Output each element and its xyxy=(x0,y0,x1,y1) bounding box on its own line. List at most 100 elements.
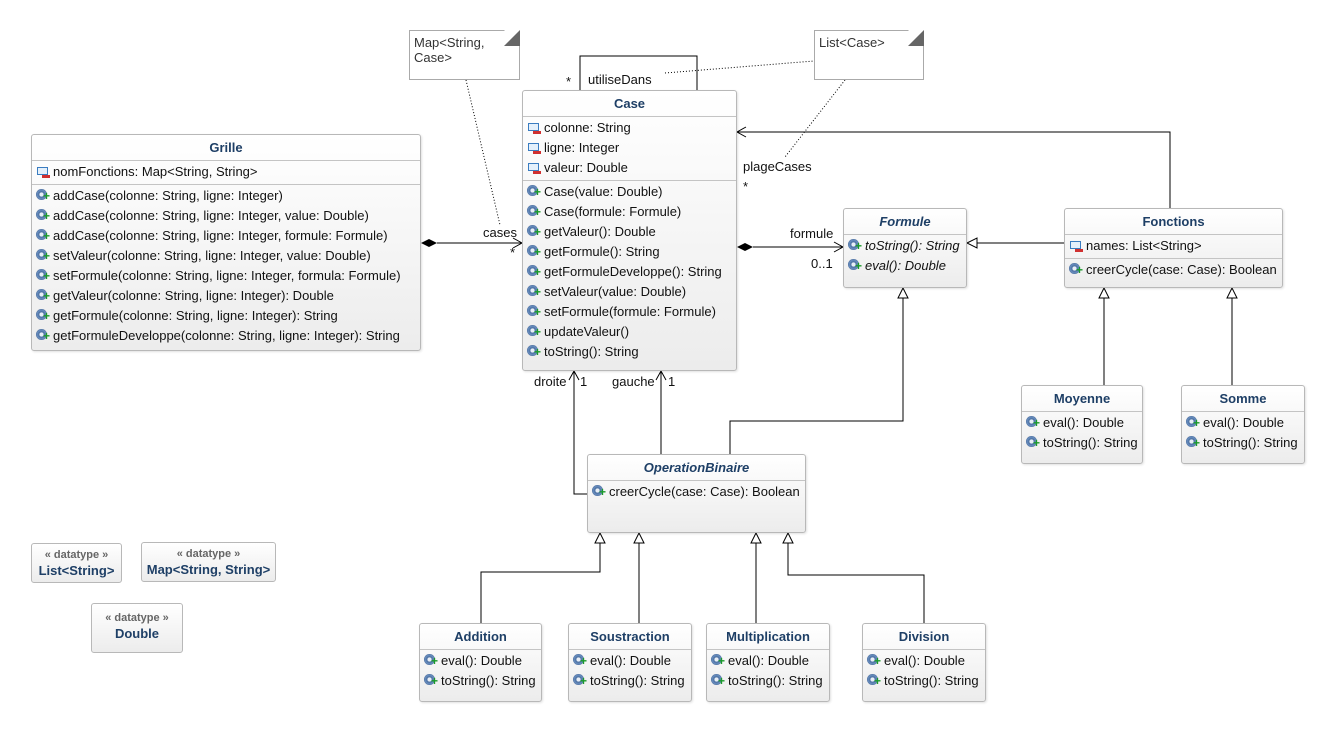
operation[interactable]: toString(): String xyxy=(863,671,985,691)
operation[interactable]: eval(): Double xyxy=(569,651,691,671)
operation-label: eval(): Double xyxy=(865,258,946,273)
operation[interactable]: getValeur(colonne: String, ligne: Intege… xyxy=(32,286,420,306)
attribute[interactable]: colonne: String xyxy=(523,118,736,138)
operations-compartment: eval(): Double toString(): String xyxy=(707,650,829,693)
class-formule[interactable]: Formule toString(): String eval(): Double xyxy=(843,208,967,288)
attribute[interactable]: nomFonctions: Map<String, String> xyxy=(32,162,420,182)
operation[interactable]: getFormuleDeveloppe(): String xyxy=(523,262,736,282)
operation-icon xyxy=(848,259,863,273)
operation[interactable]: toString(): String xyxy=(569,671,691,691)
generalization-triangle xyxy=(1098,286,1110,299)
operation-label: eval(): Double xyxy=(1043,415,1124,430)
datatype-box[interactable]: « datatype » Map<String, String> xyxy=(141,542,276,582)
operation-label: getValeur(): Double xyxy=(544,224,656,239)
operation[interactable]: updateValeur() xyxy=(523,322,736,342)
note[interactable]: List<Case> xyxy=(814,30,924,80)
operations-compartment: eval(): Double toString(): String xyxy=(1182,412,1304,455)
operations-compartment: creerCycle(case: Case): Boolean xyxy=(1065,259,1282,282)
operation-icon xyxy=(424,674,439,688)
operation-icon xyxy=(1069,263,1084,277)
attribute[interactable]: valeur: Double xyxy=(523,158,736,178)
class-operationbinaire[interactable]: OperationBinaire creerCycle(case: Case): … xyxy=(587,454,806,533)
datatype-box[interactable]: « datatype » List<String> xyxy=(31,543,122,583)
operation[interactable]: creerCycle(case: Case): Boolean xyxy=(588,482,805,502)
operation-icon xyxy=(36,209,51,223)
operation-label: toString(): String xyxy=(590,673,685,688)
attribute[interactable]: ligne: Integer xyxy=(523,138,736,158)
attribute[interactable]: names: List<String> xyxy=(1065,236,1282,256)
operation-icon xyxy=(848,239,863,253)
operation[interactable]: getValeur(): Double xyxy=(523,222,736,242)
note-fold-corner xyxy=(504,30,520,46)
class-case[interactable]: Case colonne: String ligne: Integer valeur:… xyxy=(522,90,737,371)
attribute-icon xyxy=(527,121,541,135)
operation-icon xyxy=(592,485,607,499)
operation[interactable]: getFormule(): String xyxy=(523,242,736,262)
attribute-icon xyxy=(36,165,50,179)
class-division[interactable]: Division eval(): Double toString(): String xyxy=(862,623,986,702)
operation[interactable]: toString(): String xyxy=(1022,433,1142,453)
operation[interactable]: toString(): String xyxy=(1182,433,1304,453)
class-name: Grille xyxy=(32,135,420,161)
generalization-triangle xyxy=(1226,286,1238,299)
operation[interactable]: Case(formule: Formule) xyxy=(523,202,736,222)
operation[interactable]: setValeur(colonne: String, ligne: Intege… xyxy=(32,246,420,266)
operation-label: setValeur(colonne: String, ligne: Intege… xyxy=(53,248,371,263)
class-name: Formule xyxy=(844,209,966,235)
operation[interactable]: eval(): Double xyxy=(1022,413,1142,433)
generalization-triangle xyxy=(782,531,794,544)
operation-icon xyxy=(1186,416,1201,430)
operation-label: eval(): Double xyxy=(441,653,522,668)
datatype-stereotype: « datatype » xyxy=(105,612,169,624)
label-gauche-mult: 1 xyxy=(668,374,676,389)
operation-icon xyxy=(36,289,51,303)
operation-label: setFormule(formule: Formule) xyxy=(544,304,716,319)
operation[interactable]: setFormule(colonne: String, ligne: Integ… xyxy=(32,266,420,286)
label-droite: droite xyxy=(534,374,567,389)
operations-compartment: creerCycle(case: Case): Boolean xyxy=(588,481,805,504)
class-soustraction[interactable]: Soustraction eval(): Double toString(): St… xyxy=(568,623,692,702)
operation[interactable]: toString(): String xyxy=(523,342,736,362)
operation[interactable]: setFormule(formule: Formule) xyxy=(523,302,736,322)
operation[interactable]: toString(): String xyxy=(707,671,829,691)
operation[interactable]: toString(): String xyxy=(844,236,966,256)
operation[interactable]: eval(): Double xyxy=(707,651,829,671)
operation[interactable]: eval(): Double xyxy=(420,651,541,671)
operation[interactable]: addCase(colonne: String, ligne: Integer) xyxy=(32,186,420,206)
operation-icon xyxy=(867,674,882,688)
operation[interactable]: creerCycle(case: Case): Boolean xyxy=(1065,260,1282,280)
operation[interactable]: addCase(colonne: String, ligne: Integer,… xyxy=(32,206,420,226)
class-grille[interactable]: Grille nomFonctions: Map<String, String> a… xyxy=(31,134,421,351)
operations-compartment: toString(): String eval(): Double xyxy=(844,235,966,278)
operation[interactable]: eval(): Double xyxy=(1182,413,1304,433)
operation[interactable]: toString(): String xyxy=(420,671,541,691)
operation-icon xyxy=(527,205,542,219)
label-gauche: gauche xyxy=(612,374,655,389)
operation-icon xyxy=(573,674,588,688)
composition-diamond xyxy=(737,243,753,251)
operation[interactable]: Case(value: Double) xyxy=(523,182,736,202)
operation[interactable]: addCase(colonne: String, ligne: Integer,… xyxy=(32,226,420,246)
operation-label: addCase(colonne: String, ligne: Integer,… xyxy=(53,228,388,243)
operation[interactable]: getFormule(colonne: String, ligne: Integ… xyxy=(32,306,420,326)
operation-icon xyxy=(36,189,51,203)
class-addition[interactable]: Addition eval(): Double toString(): String xyxy=(419,623,542,702)
class-moyenne[interactable]: Moyenne eval(): Double toString(): String xyxy=(1021,385,1143,464)
operation-label: getFormule(): String xyxy=(544,244,660,259)
operation[interactable]: getFormuleDeveloppe(colonne: String, lig… xyxy=(32,326,420,346)
operation-label: eval(): Double xyxy=(728,653,809,668)
operation[interactable]: eval(): Double xyxy=(863,651,985,671)
attribute-label: ligne: Integer xyxy=(544,140,620,155)
class-fonctions[interactable]: Fonctions names: List<String> creerCycle(c… xyxy=(1064,208,1283,288)
class-name: Soustraction xyxy=(569,624,691,650)
operation[interactable]: setValeur(value: Double) xyxy=(523,282,736,302)
label-formule: formule xyxy=(790,226,834,241)
operation[interactable]: eval(): Double xyxy=(844,256,966,276)
class-name: Moyenne xyxy=(1022,386,1142,412)
class-somme[interactable]: Somme eval(): Double toString(): String xyxy=(1181,385,1305,464)
attribute-label: colonne: String xyxy=(544,120,631,135)
datatype-box[interactable]: « datatype » Double xyxy=(91,603,183,653)
class-multiplication[interactable]: Multiplication eval(): Double toString(): … xyxy=(706,623,830,702)
note[interactable]: Map<String, Case> xyxy=(409,30,520,80)
generalization-addition xyxy=(480,543,601,623)
